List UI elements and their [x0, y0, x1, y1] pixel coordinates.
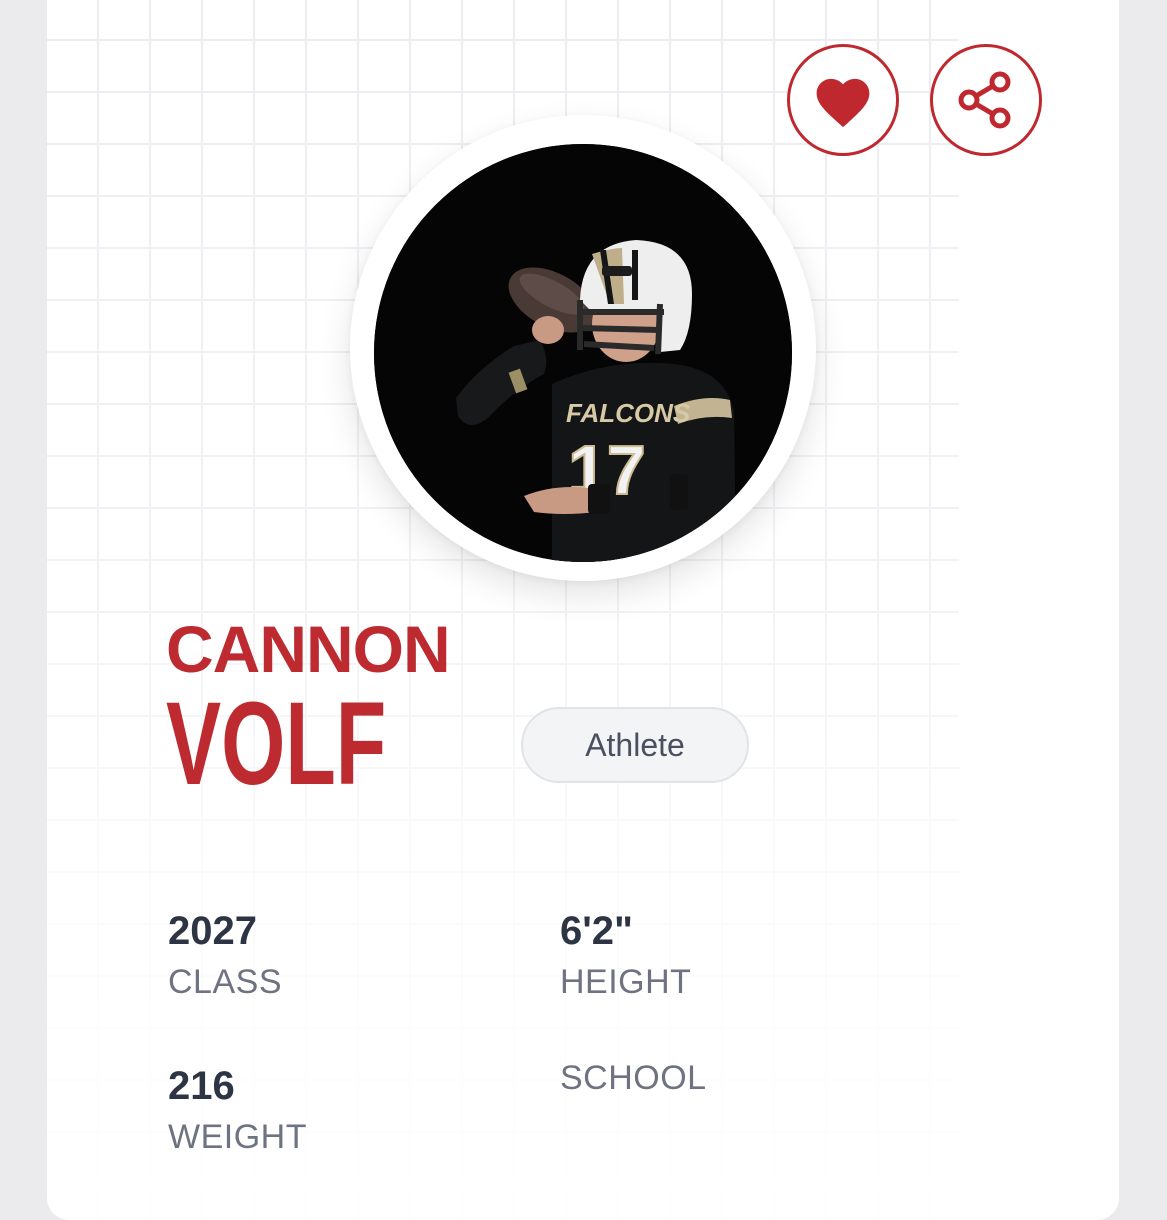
stat-school-label: SCHOOL — [560, 1059, 707, 1097]
stat-height-label: HEIGHT — [560, 963, 692, 1001]
heart-icon — [816, 78, 870, 128]
share-icon — [958, 71, 1011, 129]
stat-class-value: 2027 — [168, 909, 257, 953]
stat-class-label: CLASS — [168, 963, 282, 1001]
stat-height-value: 6'2" — [560, 909, 633, 953]
player-photo: FALCONS 17 — [374, 144, 792, 562]
stat-height: 6'2" HEIGHT — [560, 911, 691, 999]
player-profile-card: FALCONS 17 CANNON VOLF Athlete 2027 CLAS… — [47, 0, 1119, 1220]
jersey-team-text: FALCONS — [566, 398, 691, 428]
stat-school: SCHOOL — [560, 1061, 707, 1095]
stat-class: 2027 CLASS — [168, 911, 282, 999]
player-last-name: VOLF — [166, 678, 387, 810]
favorite-button[interactable] — [787, 44, 899, 156]
position-badge: Athlete — [521, 707, 749, 783]
player-first-name: CANNON — [166, 612, 451, 686]
stat-weight-label: WEIGHT — [168, 1118, 307, 1156]
stat-weight-value: 216 — [168, 1064, 235, 1108]
stat-weight: 216 WEIGHT — [168, 1066, 307, 1154]
share-button[interactable] — [930, 44, 1042, 156]
